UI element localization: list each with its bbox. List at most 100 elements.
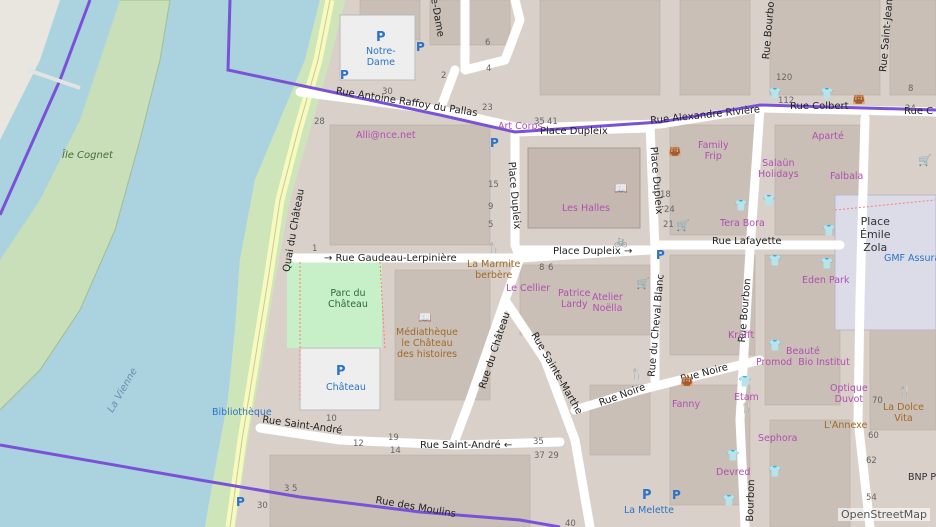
house-number: 60: [868, 431, 879, 441]
street-place-dupleix-top: Place Dupleix: [540, 126, 608, 137]
house-number: 15: [488, 180, 499, 190]
label-mediatheque: Médiathèque le Château des histoires: [396, 327, 459, 360]
house-number: 10: [326, 414, 337, 424]
label-le-cellier: Le Cellier: [506, 283, 551, 294]
house-number: 4: [486, 64, 492, 74]
label-falbala: Falbala: [830, 171, 864, 182]
shop-icon[interactable]: 👕: [820, 258, 834, 269]
parking-icon[interactable]: P: [340, 69, 349, 81]
attribution[interactable]: OpenStreetMap: [837, 508, 930, 521]
house-number: 12: [353, 439, 364, 449]
cart-icon[interactable]: 🛒: [918, 155, 932, 166]
shop-icon[interactable]: 👕: [768, 340, 782, 351]
label-place-emile-zola: Place Émile Zola: [860, 215, 891, 254]
shop-icon[interactable]: 👕: [820, 88, 834, 99]
house-number: 1: [312, 244, 318, 254]
label-patrice-lardy: Patrice Lardy: [558, 288, 591, 310]
bag-icon[interactable]: 👜: [680, 375, 694, 386]
house-number: 37: [534, 451, 545, 461]
house-number: 14: [390, 446, 401, 456]
house-number: 29: [548, 451, 559, 461]
label-aparte: Aparté: [812, 131, 844, 142]
restaurant-icon[interactable]: 🍴: [487, 242, 501, 253]
parking-icon[interactable]: P: [642, 489, 652, 502]
street-saint-andre-2: Rue Saint-André ←: [420, 440, 513, 451]
island-label: Île Cognet: [62, 150, 113, 161]
house-number: 5: [292, 484, 298, 494]
label-la-melette: La Melette: [624, 505, 674, 516]
restaurant-icon[interactable]: 🍴: [630, 368, 644, 379]
cart-icon[interactable]: 🛒: [676, 220, 690, 231]
cart-icon[interactable]: 🛒: [636, 278, 650, 289]
shop-icon[interactable]: 👕: [734, 200, 748, 211]
parking-icon[interactable]: P: [490, 137, 499, 149]
house-number: 62: [866, 456, 877, 466]
house-number: 3: [284, 484, 290, 494]
parking-icon[interactable]: P: [376, 31, 386, 44]
house-number: 30: [382, 87, 393, 97]
label-les-halles: Les Halles: [562, 203, 610, 214]
house-number: 21: [663, 220, 674, 230]
parking-icon[interactable]: P: [672, 489, 681, 501]
house-number: 40: [565, 519, 576, 527]
label-sephora: Sephora: [758, 433, 798, 444]
house-number: 35: [534, 117, 545, 127]
label-gmf: GMF Assura: [884, 253, 936, 264]
house-number: 23: [482, 103, 493, 113]
street-colbert: Rue Colbert: [790, 101, 849, 112]
house-number: 70: [872, 396, 883, 406]
street-gaudeau: → Rue Gaudeau-Lerpinière: [324, 253, 457, 264]
label-alliance: Alli@nce.net: [356, 130, 416, 141]
label-eden-park: Eden Park: [802, 275, 850, 286]
house-number: 30: [257, 501, 268, 511]
bicycle-icon[interactable]: 🚲: [614, 236, 628, 247]
label-tera-bora: Tera Bora: [720, 218, 765, 229]
house-number: 24: [905, 104, 916, 114]
bag-icon[interactable]: 👜: [852, 93, 866, 104]
label-bibliotheque: Bibliothèque: [212, 407, 272, 418]
shop-icon[interactable]: 👕: [722, 495, 736, 506]
house-number: 8: [908, 84, 914, 94]
parking-icon[interactable]: P: [656, 249, 665, 261]
house-number: 54: [866, 493, 877, 503]
shop-icon[interactable]: 👕: [726, 450, 740, 461]
parking-icon[interactable]: P: [336, 365, 346, 378]
house-number: 5: [488, 220, 494, 230]
book-icon[interactable]: 📖: [418, 312, 432, 323]
parking-icon[interactable]: P: [236, 496, 245, 508]
house-number: 120: [776, 73, 793, 83]
house-number: 18: [660, 190, 671, 200]
house-number: 28: [314, 117, 325, 127]
label-bnp: BNP P: [908, 472, 936, 483]
shop-icon[interactable]: 👕: [768, 466, 782, 477]
shop-icon[interactable]: 👕: [762, 195, 776, 206]
label-fanny: Fanny: [672, 399, 701, 410]
shop-icon[interactable]: 👕: [738, 376, 752, 387]
label-la-dolce: La Dolce Vita: [883, 402, 924, 424]
label-devred: Devred: [716, 467, 751, 478]
house-number: 35: [533, 437, 544, 447]
street-bourbon-bottom: Bourbon: [744, 479, 758, 522]
label-la-marmite: La Marmite berbère: [467, 259, 521, 281]
house-number: 2: [441, 71, 447, 81]
label-atelier-noella: Atelier Noëlla: [592, 292, 623, 314]
book-icon[interactable]: 📖: [614, 183, 628, 194]
house-number: 8: [539, 263, 545, 273]
label-optique: Optique Duvot: [830, 383, 868, 405]
label-family-frip: Family Frip: [698, 140, 729, 162]
house-number: 6: [485, 38, 491, 48]
house-number: 41: [547, 117, 558, 127]
map-view[interactable]: La Vienne Île Cognet Quai du Château → R…: [0, 0, 936, 527]
house-number: 9: [488, 202, 494, 212]
street-lafayette: Rue Lafayette: [712, 236, 782, 247]
shop-icon[interactable]: 👕: [768, 255, 782, 266]
label-chateau-parking: Château: [326, 382, 366, 393]
restaurant-icon[interactable]: 🍴: [740, 402, 754, 413]
house-number: 24: [664, 205, 675, 215]
bag-icon[interactable]: 👜: [668, 145, 682, 156]
label-krafft: Krafft: [728, 330, 755, 341]
restaurant-icon[interactable]: 🍴: [898, 386, 912, 397]
shop-icon[interactable]: 👕: [822, 225, 836, 236]
house-number: 6: [548, 263, 554, 273]
parking-icon[interactable]: P: [416, 41, 425, 53]
